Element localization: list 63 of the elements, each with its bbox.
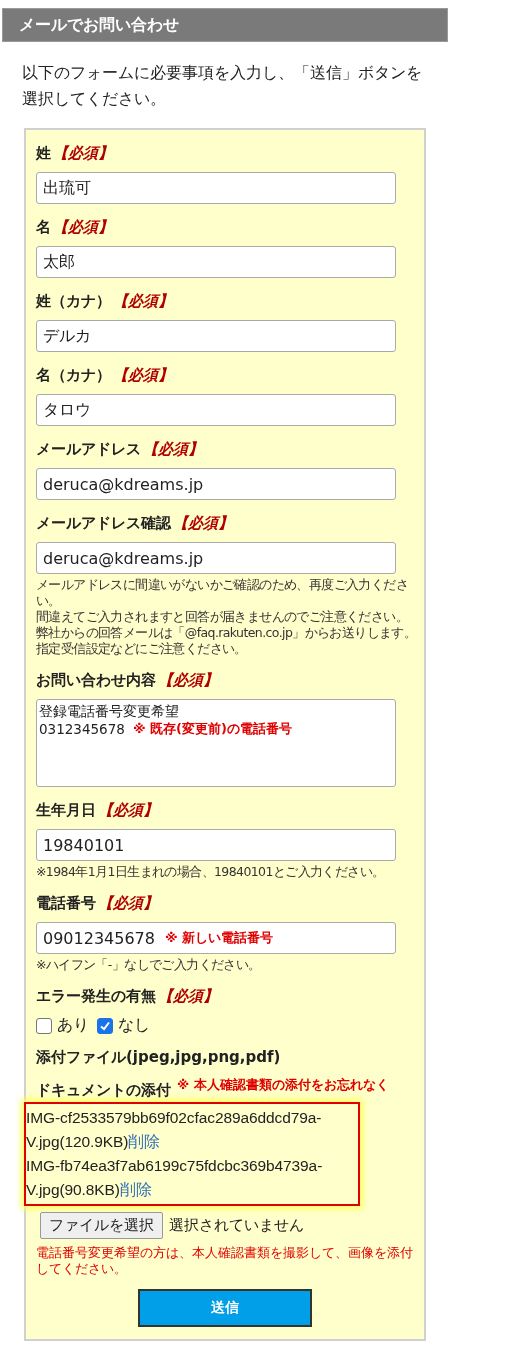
required-mark: 【必須】	[53, 217, 113, 238]
input-value: タロウ	[43, 399, 91, 421]
no-file-text: 選択されていません	[169, 1216, 304, 1235]
intro-text: 以下のフォームに必要事項を入力し、「送信」ボタンを選択してください。	[22, 62, 422, 110]
choose-file-button[interactable]: ファイルを選択	[40, 1212, 163, 1239]
field-label: 姓	[36, 143, 51, 164]
attached-file: IMG-fb74ea3f7ab6199c75fdcbc369b4739a-V.jpg(90.8KB)削除	[26, 1156, 324, 1200]
textarea-line: 登録電話番号変更希望	[39, 702, 179, 720]
required-mark: 【必須】	[98, 893, 158, 914]
delete-link[interactable]: 削除	[119, 1181, 152, 1198]
text-input[interactable]: 出琉可	[36, 172, 396, 204]
field-label: エラー発生の有無	[36, 986, 156, 1007]
attachment-title: 添付ファイル(jpeg,jpg,png,pdf)	[36, 1048, 282, 1067]
required-mark: 【必須】	[173, 513, 233, 534]
annotation-text: ※ 本人確認書類の添付をお忘れなく	[177, 1077, 389, 1094]
input-value: 09012345678	[43, 928, 155, 948]
text-input[interactable]: deruca@kdreams.jp	[36, 542, 396, 574]
attached-file: IMG-cf2533579bb69f02cfac289a6ddcd79a-V.jpg(120.9KB)削除	[26, 1108, 323, 1152]
text-input[interactable]: タロウ	[36, 394, 396, 426]
checkbox-label: なし	[118, 1015, 150, 1036]
annotation-text: ※ 既存(変更前)の電話番号	[132, 720, 292, 738]
required-mark: 【必須】	[158, 670, 218, 691]
text-input[interactable]: 19840101	[36, 829, 396, 861]
input-value: 19840101	[43, 835, 125, 855]
text-input[interactable]: 09012345678 ※ 新しい電話番号	[36, 922, 396, 954]
field-label: 姓（カナ）	[36, 291, 111, 312]
delete-link[interactable]: 削除	[128, 1133, 161, 1150]
attachment-label: ドキュメントの添付	[36, 1081, 171, 1100]
help-text: 間違えてご入力されますと回答が届きませんのでご注意ください。	[36, 609, 409, 625]
required-mark: 【必須】	[53, 143, 113, 164]
help-text: ※1984年1月1日生まれの場合、19840101とご入力ください。	[36, 864, 386, 880]
text-input[interactable]: deruca@kdreams.jp	[36, 468, 396, 500]
help-text: ※ハイフン「-」なしでご入力ください。	[36, 957, 262, 973]
required-mark: 【必須】	[113, 291, 173, 312]
checkbox[interactable]	[97, 1017, 113, 1034]
required-mark: 【必須】	[98, 800, 158, 821]
page-title: メールでお問い合わせ	[2, 8, 448, 42]
input-value: deruca@kdreams.jp	[43, 548, 204, 568]
field-label: メールアドレス確認	[36, 513, 171, 534]
help-text: 弊社からの回答メールは「@faq.rakuten.co.jp」からお送りします。	[36, 625, 418, 641]
annotation-text: ※ 新しい電話番号	[165, 929, 274, 947]
field-label: 名（カナ）	[36, 365, 111, 386]
checkbox[interactable]	[36, 1017, 52, 1034]
input-value: deruca@kdreams.jp	[43, 474, 204, 494]
textarea-line: 0312345678	[39, 720, 125, 738]
warning-text: 電話番号変更希望の方は、本人確認書類を撮影して、画像を添付してください。	[36, 1245, 414, 1277]
required-mark: 【必須】	[113, 365, 173, 386]
field-label: 名	[36, 217, 51, 238]
required-mark: 【必須】	[158, 986, 218, 1007]
field-label: メールアドレス	[36, 439, 141, 460]
input-value: デルカ	[43, 325, 91, 347]
input-value: 太郎	[43, 251, 75, 273]
input-value: 出琉可	[43, 177, 91, 199]
checkbox-label: あり	[57, 1015, 89, 1036]
help-text: メールアドレスに間違いがないかご確認のため、再度ご入力ください。	[36, 577, 409, 609]
field-label: 電話番号	[36, 893, 96, 914]
field-label: お問い合わせ内容	[36, 670, 156, 691]
text-input[interactable]: デルカ	[36, 320, 396, 352]
required-mark: 【必須】	[143, 439, 203, 460]
text-input[interactable]: 太郎	[36, 246, 396, 278]
textarea-field[interactable]: 登録電話番号変更希望 0312345678 ※ 既存(変更前)の電話番号	[36, 699, 396, 787]
help-text: 指定受信設定などにご注意ください。	[36, 641, 248, 657]
field-label: 生年月日	[36, 800, 96, 821]
